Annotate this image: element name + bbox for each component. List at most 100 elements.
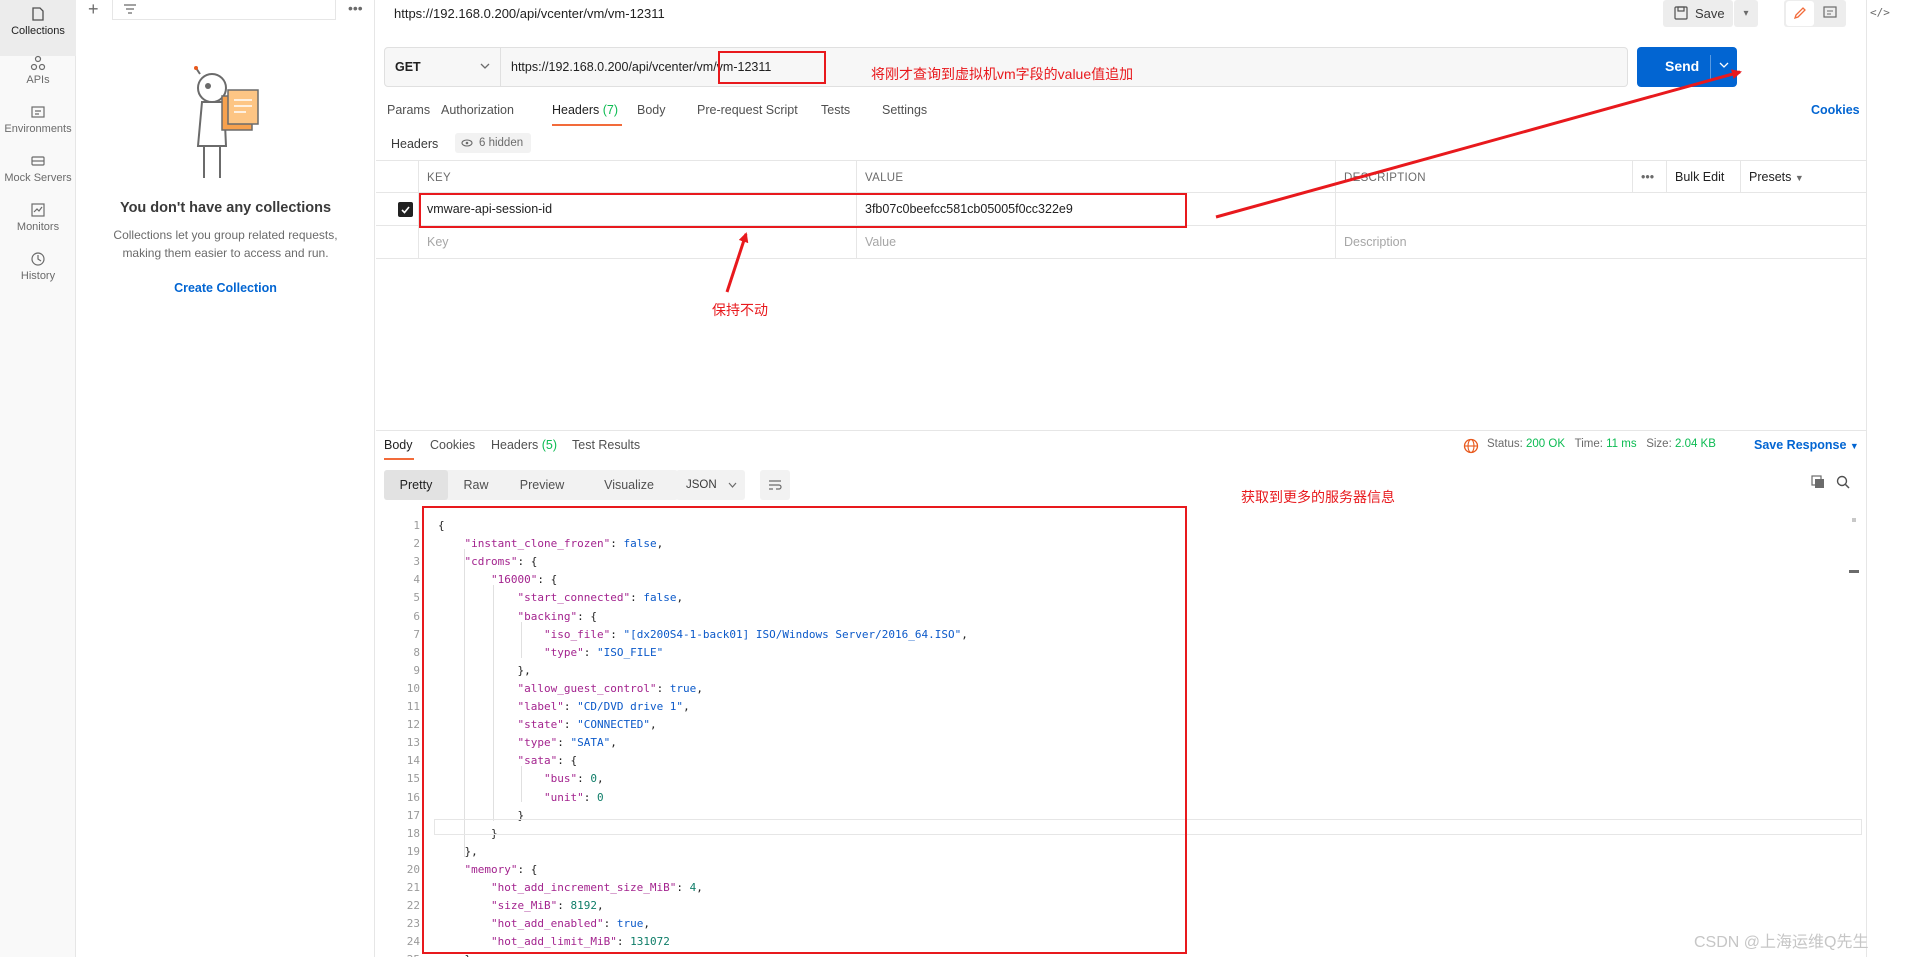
chevron-down-icon [728,482,737,488]
line-number: 25 [376,951,420,957]
history-icon [31,252,45,266]
new-value-input[interactable]: Value [856,226,1335,258]
rail-item-monitors[interactable]: Monitors [0,196,76,252]
annotation-header-row-box [419,193,1187,228]
copy-icon[interactable] [1811,475,1825,489]
new-collection-icon[interactable]: + [88,0,99,18]
table-header-row: KEY VALUE DESCRIPTION ••• Bulk Edit Pres… [376,160,1866,193]
resp-tab-body[interactable]: Body [384,438,413,452]
tab-params[interactable]: Params [387,103,430,117]
view-mode-toggle [1784,0,1846,27]
send-divider [1710,55,1711,79]
view-visualize-button[interactable]: Visualize [580,470,678,500]
tab-tests[interactable]: Tests [821,103,850,117]
column-header-description: DESCRIPTION [1335,161,1632,193]
more-options-icon[interactable]: ••• [348,0,363,16]
save-dropdown-icon[interactable]: ▾ [1734,0,1758,27]
hidden-headers-toggle[interactable]: 6 hidden [455,133,532,153]
view-raw-button[interactable]: Raw [448,470,504,500]
send-button[interactable]: Send [1637,47,1737,87]
line-number: 8 [413,645,420,659]
rail-label: History [20,270,56,282]
presets-dropdown[interactable]: Presets ▼ [1740,161,1828,193]
comment-icon [1823,6,1837,18]
chevron-down-icon [480,63,490,69]
response-meta: Status: 200 OK Time: 11 ms Size: 2.04 KB [1487,438,1716,450]
create-collection-link[interactable]: Create Collection [76,281,375,295]
line-number: 24 [406,935,420,949]
view-pretty-button[interactable]: Pretty [384,470,448,500]
line-number: 17 [406,808,420,822]
environments-icon [31,106,45,118]
apis-icon [30,55,46,71]
format-select[interactable]: JSON [676,470,745,500]
tab-headers[interactable]: Headers (7) [552,103,618,117]
cookies-link[interactable]: Cookies [1811,103,1860,117]
tab-authorization[interactable]: Authorization [441,103,514,117]
tab-settings[interactable]: Settings [882,103,927,117]
save-response-button[interactable]: Save Response ▼ [1754,438,1859,452]
line-number: 4 [413,573,420,587]
line-number: 20 [406,862,420,876]
desc-line: Collections let you group related reques… [113,228,338,242]
bulk-edit-button[interactable]: Bulk Edit [1666,161,1740,193]
save-button[interactable]: Save [1663,0,1733,27]
line-number: 18 [406,826,420,840]
scroll-thumb[interactable] [1849,570,1859,573]
line-number: 1 [413,519,420,532]
edit-mode-button[interactable] [1786,1,1814,26]
rail-item-history[interactable]: History [0,245,76,301]
save-label: Save [1695,6,1725,21]
active-tab-indicator [384,458,414,460]
search-icon[interactable] [1836,475,1850,489]
method-select[interactable]: GET [384,47,501,87]
send-label: Send [1665,58,1700,74]
method-label: GET [395,60,421,74]
annotation-url-box [718,51,826,84]
collections-sidebar: + ••• You don't have any collections Col… [76,0,375,957]
rail-label: Mock Servers [4,172,72,184]
globe-icon[interactable] [1463,438,1479,454]
line-number: 10 [406,681,420,695]
nav-rail: Collections APIs Environments Mock Serve… [0,0,76,957]
rail-label: Monitors [16,221,60,233]
line-number: 9 [413,663,420,677]
table-more-icon[interactable]: ••• [1632,161,1666,193]
view-preview-button[interactable]: Preview [504,470,580,500]
empty-collections-illustration [194,66,259,178]
resp-tab-cookies[interactable]: Cookies [430,438,475,452]
new-description-input[interactable]: Description [1335,226,1866,258]
sidebar-filter-input[interactable] [112,0,336,20]
code-snippet-icon[interactable]: </> [1870,6,1890,19]
header-enabled-checkbox[interactable] [398,202,413,217]
line-number: 15 [406,772,420,786]
header-description-cell[interactable] [1335,193,1866,225]
filter-icon [124,4,136,14]
tab-body[interactable]: Body [637,103,666,117]
column-header-value: VALUE [856,161,1335,193]
comment-mode-button[interactable] [1816,1,1844,26]
resp-tab-test-results[interactable]: Test Results [572,438,640,452]
check-icon [401,206,410,214]
sidebar-toolbar: + ••• [76,0,375,22]
mock-servers-icon [31,156,45,166]
status-value: 200 OK [1526,438,1566,450]
rail-item-mock-servers[interactable]: Mock Servers [0,147,76,203]
annotation-url-note: 将刚才查询到虚拟机vm字段的value值追加 [871,66,1134,82]
line-number: 2 [413,537,420,551]
rail-item-apis[interactable]: APIs [0,49,76,105]
desc-line: making them easier to access and run. [122,246,329,260]
line-number: 21 [406,881,420,894]
right-panel-strip [1866,0,1913,957]
rail-item-environments[interactable]: Environments [0,98,76,154]
line-number: 16 [406,790,420,804]
chevron-down-icon[interactable] [1719,61,1729,69]
resp-tab-headers[interactable]: Headers (5) [491,438,557,452]
wrap-icon [769,480,782,490]
collections-icon [32,7,44,21]
wrap-lines-button[interactable] [760,470,790,500]
tab-pre-request-script[interactable]: Pre-request Script [697,103,798,117]
rail-item-collections[interactable]: Collections [0,0,76,56]
watermark: CSDN @上海运维Q先生 [1694,934,1869,951]
new-key-input[interactable]: Key [418,226,856,258]
